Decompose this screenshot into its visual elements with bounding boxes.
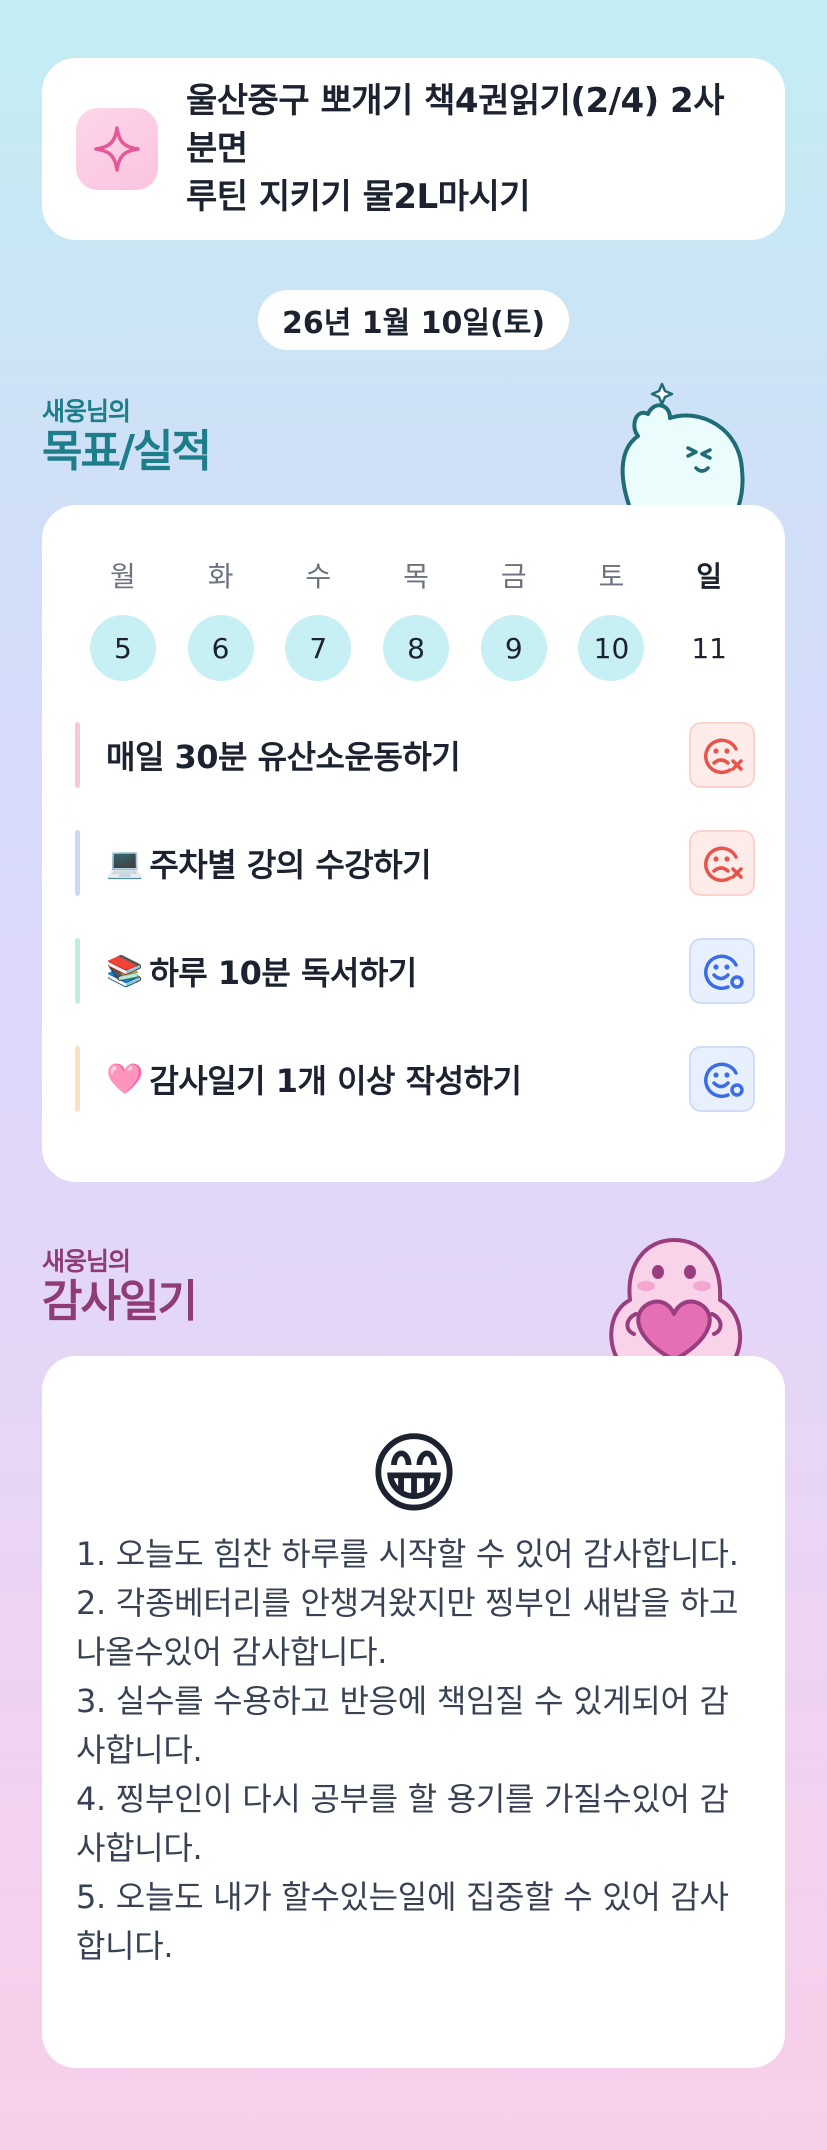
habit-color-bar	[75, 830, 80, 896]
banner-line-1: 울산중구 뽀개기 책4권읽기(2/4) 2사분면	[186, 81, 725, 169]
habit-status-fail[interactable]	[689, 830, 755, 896]
weekday-thu: 목	[403, 560, 429, 593]
diary-card: 😁 1. 오늘도 힘찬 하루를 시작할 수 있어 감사합니다. 2. 각종베터리…	[42, 1356, 785, 2068]
date-number: 10	[578, 615, 645, 681]
diary-entry: 1. 오늘도 힘찬 하루를 시작할 수 있어 감사합니다.	[76, 1535, 739, 1573]
diary-entries: 1. 오늘도 힘찬 하루를 시작할 수 있어 감사합니다. 2. 각종베터리를 …	[76, 1530, 756, 1971]
date-number: 9	[480, 615, 547, 681]
happy-face-icon	[704, 1062, 744, 1099]
date-cell[interactable]: 8	[367, 615, 465, 681]
habit-label: 매일 30분 유산소운동하기	[106, 738, 461, 776]
habit-item[interactable]: 📚 하루 10분 독서하기	[75, 937, 755, 1005]
sad-face-icon	[704, 846, 743, 882]
date-cell[interactable]: 11	[660, 615, 758, 681]
date-cell[interactable]: 7	[269, 615, 367, 681]
date-label: 26년 1월 10일(토)	[258, 290, 569, 350]
laptop-icon: 💻	[106, 845, 144, 881]
weekday-wed: 수	[305, 560, 332, 593]
goal-banner: 울산중구 뽀개기 책4권읽기(2/4) 2사분면 루틴 지키기 물2L마시기	[42, 58, 785, 240]
date-cell[interactable]: 10	[563, 615, 661, 681]
diary-entry: 5. 오늘도 내가 할수있는일에 집중할 수 있어 감사합니다.	[76, 1878, 729, 1965]
goals-title: 목표/실적	[42, 426, 212, 477]
date-cell[interactable]: 5	[74, 615, 172, 681]
habit-status-ok[interactable]	[689, 1046, 755, 1112]
pink-heart-icon: 🩷	[106, 1061, 144, 1097]
habit-item[interactable]: 💻 주차별 강의 수강하기	[75, 829, 755, 897]
banner-line-2: 루틴 지키기 물2L마시기	[186, 177, 531, 217]
books-icon: 📚	[106, 953, 144, 989]
weekday-mon: 월	[109, 560, 136, 593]
date-number: 8	[383, 615, 450, 681]
habit-label: 감사일기 1개 이상 작성하기	[149, 1062, 522, 1100]
diary-entry: 2. 각종베터리를 안챙겨왔지만 찡부인 새밥을 하고 나올수있어 감사합니다.	[76, 1584, 739, 1671]
habit-item[interactable]: 매일 30분 유산소운동하기	[75, 721, 755, 789]
diary-owner: 새웅님의	[42, 1247, 131, 1276]
diary-section-title: 새웅님의 감사일기	[42, 1242, 198, 1327]
week-calendar: 월 화 수 목 금 토 일 5 6 7 8 9 10 11	[74, 555, 758, 681]
date-row: 5 6 7 8 9 10 11	[74, 615, 758, 681]
goals-section-title: 새웅님의 목표/실적	[42, 392, 212, 477]
habit-color-bar	[75, 938, 80, 1004]
ghost-mascot-icon	[600, 380, 750, 514]
weekday-row: 월 화 수 목 금 토 일	[74, 555, 758, 595]
weekday-sat: 토	[598, 560, 625, 593]
diary-title: 감사일기	[42, 1276, 198, 1327]
diary-entry: 4. 찡부인이 다시 공부를 할 용기를 가질수있어 감사합니다.	[76, 1780, 729, 1867]
habit-label: 하루 10분 독서하기	[149, 954, 417, 992]
date-number: 6	[187, 615, 254, 681]
weekday-tue: 화	[207, 560, 234, 593]
sparkle-icon	[76, 108, 158, 190]
habit-color-bar	[75, 1046, 80, 1112]
date-number: 5	[89, 615, 156, 681]
banner-text: 울산중구 뽀개기 책4권읽기(2/4) 2사분면 루틴 지키기 물2L마시기	[186, 77, 751, 221]
goals-owner: 새웅님의	[42, 397, 131, 426]
weekday-sun: 일	[696, 560, 723, 593]
habit-label: 주차별 강의 수강하기	[149, 846, 432, 884]
habit-item[interactable]: 🩷 감사일기 1개 이상 작성하기	[75, 1045, 755, 1113]
goals-card: 월 화 수 목 금 토 일 5 6 7 8 9 10 11 매일 30분 유산소…	[42, 505, 785, 1182]
sad-face-icon	[704, 738, 743, 774]
habit-status-fail[interactable]	[689, 722, 755, 788]
date-cell[interactable]: 6	[172, 615, 270, 681]
happy-face-icon	[704, 954, 744, 991]
date-number: 11	[691, 631, 727, 665]
grinning-face-icon: 😁	[368, 1422, 460, 1525]
diary-entry: 3. 실수를 수용하고 반응에 책임질 수 있게되어 감사합니다.	[76, 1682, 729, 1769]
weekday-fri: 금	[500, 560, 527, 593]
heart-mascot-icon	[596, 1230, 756, 1364]
habit-status-ok[interactable]	[689, 938, 755, 1004]
date-cell[interactable]: 9	[465, 615, 563, 681]
habit-color-bar	[75, 722, 80, 788]
date-number: 7	[285, 615, 352, 681]
